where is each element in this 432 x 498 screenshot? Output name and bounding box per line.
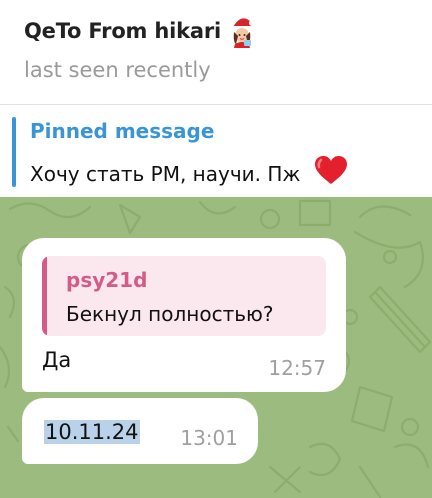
chat-title-row[interactable]: QeTo From hikari	[24, 14, 257, 48]
reply-quote[interactable]: psy21d Бекнул полностью?	[42, 256, 326, 336]
pinned-message-bar[interactable]: Pinned message Хочу стать РМ, научи. Пж	[0, 105, 432, 197]
message-text: Да	[42, 348, 72, 372]
chat-area[interactable]: psy21d Бекнул полностью? Да 12:57 10.11.…	[0, 197, 432, 498]
message-time: 13:01	[180, 426, 238, 450]
reply-accent-bar	[42, 256, 47, 336]
pinned-title: Pinned message	[30, 119, 215, 143]
message-bubble[interactable]: 10.11.24 13:01	[22, 398, 258, 464]
chat-header[interactable]: QeTo From hikari last seen recently	[0, 0, 432, 104]
message-text-selected[interactable]: 10.11.24	[44, 420, 140, 444]
reply-author: psy21d	[66, 268, 148, 292]
red-heart-icon	[314, 155, 348, 190]
message-time: 12:57	[268, 356, 326, 380]
pinned-text-row: Хочу стать РМ, научи. Пж	[30, 155, 348, 190]
pinned-text: Хочу стать РМ, научи. Пж	[30, 162, 301, 186]
message-bubble[interactable]: psy21d Бекнул полностью? Да 12:57	[22, 238, 346, 392]
pinned-accent-bar	[12, 117, 16, 187]
chat-title[interactable]: QeTo From hikari	[24, 19, 221, 43]
santa-girl-emoji-icon	[227, 14, 257, 48]
chat-status: last seen recently	[24, 58, 211, 82]
reply-text: Бекнул полностью?	[66, 302, 274, 326]
